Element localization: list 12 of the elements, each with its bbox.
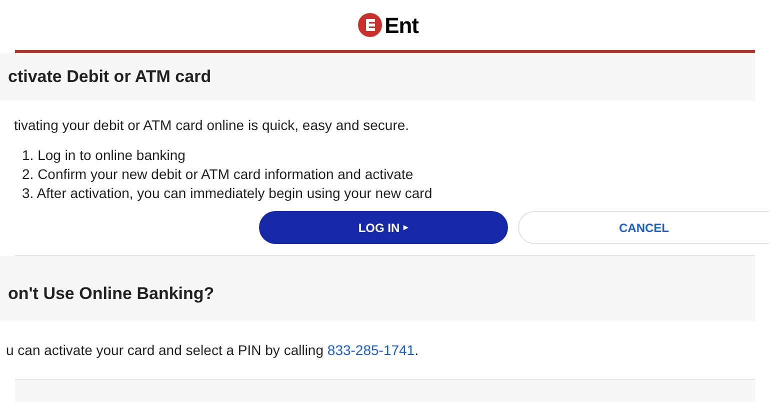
step-text: 1. Log in to online banking [22,146,186,165]
section-heading: on't Use Online Banking? [8,282,214,305]
intro-text: tivating your debit or ATM card online is quick, easy and secure. [14,116,410,135]
section-heading: ctivate Debit or ATM card [8,66,212,88]
step-text: 3. After activation, you can immediately begin using your new card [22,184,434,203]
login-button[interactable]: LOG IN ▸ [259,211,508,244]
phone-text: u can activate your card and select a PIN by calling 833-285-1741. [6,340,418,360]
logo-icon [358,13,382,37]
phone-link[interactable]: 833-285-1741 [327,342,415,358]
logo-text: Ent [384,12,418,40]
step-text: 2. Confirm your new debit or ATM card information and activate [22,165,414,184]
cancel-button[interactable]: CANCEL [518,211,769,244]
